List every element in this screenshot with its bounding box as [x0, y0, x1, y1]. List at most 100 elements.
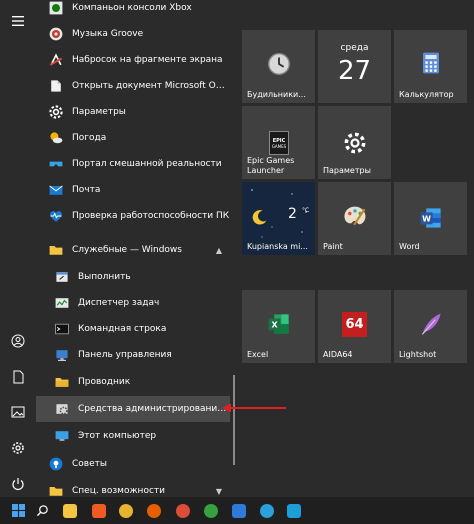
- tile-label: Kupianska mi...: [247, 242, 308, 251]
- calculator-icon: [422, 52, 439, 74]
- folder-icon: [46, 240, 66, 260]
- app-item-tips[interactable]: Советы: [36, 451, 232, 477]
- tile-weather[interactable]: 2 °C Kupianska mi...: [242, 182, 315, 255]
- documents-button[interactable]: [0, 360, 36, 394]
- alarm-clock-icon: [267, 53, 290, 75]
- app-item-this-pc[interactable]: Этот компьютер: [36, 423, 232, 449]
- power-icon: [12, 478, 24, 491]
- app-list-scrollbar[interactable]: [233, 375, 235, 465]
- taskbar-firefox[interactable]: [142, 497, 166, 524]
- tile-label: Калькулятор: [399, 90, 454, 99]
- start-button[interactable]: [6, 497, 30, 524]
- app-item-admin-tools[interactable]: Средства администрирования Windows: [36, 396, 230, 422]
- app-label: Погода: [72, 133, 107, 143]
- tile-epic-games[interactable]: EPIC GAMES Epic Games Launcher: [242, 106, 315, 179]
- taskbar-brave[interactable]: [87, 497, 111, 524]
- app-item-mixed-reality[interactable]: Портал смешанной реальности: [36, 151, 232, 177]
- app-item-pc-health[interactable]: Проверка работоспособности ПК: [36, 203, 232, 229]
- tile-label: AIDA64: [323, 350, 353, 359]
- snip-icon: [46, 50, 66, 70]
- tile-aida64[interactable]: 64 AIDA64: [318, 290, 391, 363]
- weather-temperature: 2: [288, 206, 297, 222]
- tile-excel[interactable]: X Excel: [242, 290, 315, 363]
- app-label: Музыка Groove: [72, 29, 144, 39]
- app-label: Средства администрирования Windows: [78, 404, 230, 414]
- app-label: Советы: [72, 459, 107, 469]
- firefox-icon: [147, 503, 161, 518]
- gear-icon: [46, 102, 66, 122]
- taskbar-chrome[interactable]: [171, 497, 195, 524]
- app-item-mail[interactable]: Почта: [36, 177, 232, 203]
- settings-rail-button[interactable]: [0, 431, 36, 465]
- tile-word[interactable]: W Word: [394, 182, 467, 255]
- svg-text:X: X: [271, 321, 278, 330]
- app-icon: [232, 503, 246, 518]
- svg-text:W: W: [422, 215, 431, 224]
- app-item-open-office-doc[interactable]: Открыть документ Microsoft Office: [36, 73, 232, 99]
- tile-label: Параметры: [323, 166, 371, 175]
- office-icon: [46, 76, 66, 96]
- app-item-run[interactable]: Выполнить: [36, 264, 232, 290]
- excel-icon: X: [268, 314, 289, 334]
- tile-label: Excel: [247, 350, 269, 359]
- app-group-windows-system[interactable]: Служебные — Windows ▲: [36, 237, 232, 263]
- telegram-icon: [260, 503, 274, 518]
- lightshot-feather-icon: [421, 313, 441, 335]
- app-icon: [287, 503, 301, 518]
- mixed-reality-icon: [46, 154, 66, 174]
- weather-icon: [46, 128, 66, 148]
- pictures-button[interactable]: [0, 395, 36, 429]
- app-item-weather[interactable]: Погода: [36, 125, 232, 151]
- word-icon: W: [420, 208, 441, 228]
- app-label: Проводник: [78, 377, 131, 387]
- explorer-icon: [52, 372, 72, 392]
- taskbar-file-explorer[interactable]: [58, 497, 82, 524]
- user-account-button[interactable]: [0, 324, 36, 358]
- app-label: Диспетчер задач: [78, 298, 160, 308]
- taskbar-app-blue[interactable]: [227, 497, 251, 524]
- power-button[interactable]: [0, 467, 36, 501]
- xbox-icon: [46, 0, 66, 18]
- mail-icon: [46, 180, 66, 200]
- calendar-day: среда: [340, 43, 369, 53]
- app-label: Открыть документ Microsoft Office: [72, 81, 232, 91]
- computer-icon: [52, 426, 72, 446]
- moon-icon: [252, 210, 267, 225]
- app-item-file-explorer[interactable]: Проводник: [36, 369, 232, 395]
- taskbar-app-yellow[interactable]: [114, 497, 138, 524]
- app-item-groove-music[interactable]: Музыка Groove: [36, 21, 232, 47]
- app-item-settings[interactable]: Параметры: [36, 99, 232, 125]
- search-button[interactable]: [30, 497, 54, 524]
- app-item-task-manager[interactable]: Диспетчер задач: [36, 290, 232, 316]
- control-panel-icon: [52, 345, 72, 365]
- epic-logo: EPIC GAMES: [269, 131, 289, 155]
- start-menu: Компаньон консоли Xbox Музыка Groove Наб…: [0, 0, 474, 497]
- app-label: Портал смешанной реальности: [72, 159, 222, 169]
- expand-menu-button[interactable]: [0, 4, 36, 38]
- taskbar-telegram[interactable]: [255, 497, 279, 524]
- app-list: Компаньон консоли Xbox Музыка Groove Наб…: [36, 0, 232, 497]
- taskbar-torrent[interactable]: [199, 497, 223, 524]
- app-item-control-panel[interactable]: Панель управления: [36, 342, 232, 368]
- tile-lightshot[interactable]: Lightshot: [394, 290, 467, 363]
- annotation-arrow: [222, 403, 286, 413]
- taskbar: [0, 497, 474, 524]
- app-group-accessibility[interactable]: Спец. возможности ▼: [36, 478, 232, 497]
- app-label: Командная строка: [78, 324, 167, 334]
- taskbar-app-cyan[interactable]: [282, 497, 306, 524]
- tile-calculator[interactable]: Калькулятор: [394, 30, 467, 103]
- app-item-snip-sketch[interactable]: Набросок на фрагменте экрана: [36, 47, 232, 73]
- app-label: Этот компьютер: [78, 431, 157, 441]
- tile-paint[interactable]: Paint: [318, 182, 391, 255]
- app-label: Почта: [72, 185, 101, 195]
- tile-calendar[interactable]: среда 27: [318, 30, 391, 103]
- tile-settings[interactable]: Параметры: [318, 106, 391, 179]
- tile-alarms[interactable]: Будильники...: [242, 30, 315, 103]
- app-item-command-prompt[interactable]: Командная строка: [36, 316, 232, 342]
- document-icon: [13, 370, 24, 384]
- app-item-xbox-companion[interactable]: Компаньон консоли Xbox: [36, 0, 232, 21]
- tips-icon: [46, 454, 66, 474]
- chevron-down-icon: ▼: [215, 486, 222, 496]
- chrome-icon: [176, 503, 190, 518]
- start-rail: [0, 0, 36, 497]
